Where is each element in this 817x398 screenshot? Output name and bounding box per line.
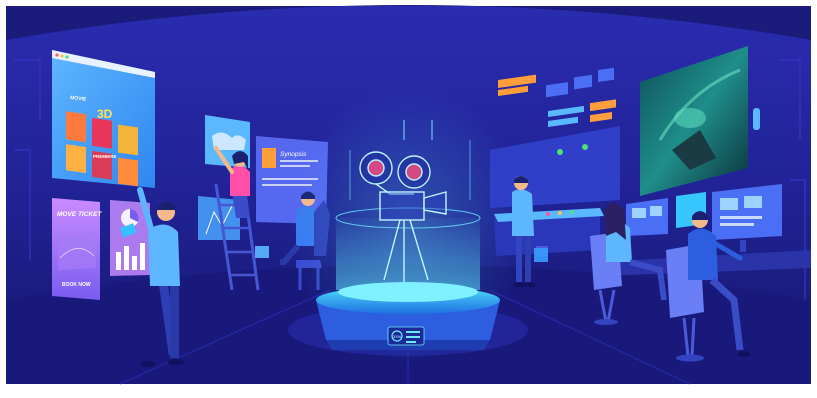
cinema-illustration: MOVIE 3D PREMIERE MOVE TICKET BOOK NOW S…	[0, 0, 817, 393]
floor-crate-left	[255, 246, 269, 258]
floor-crate-right	[534, 248, 548, 262]
stage-badge-text: 33%	[393, 334, 401, 339]
synopsis-label: Synopsis	[280, 151, 307, 158]
poster-premiere-label: PREMIERE	[93, 154, 117, 159]
control-console	[494, 208, 604, 256]
projector-stage: 33%	[316, 282, 500, 350]
movie-ticket-panel: MOVE TICKET BOOK NOW	[52, 198, 102, 300]
movie-browser-panel: MOVIE 3D PREMIERE	[52, 50, 155, 188]
ticket-cta: BOOK NOW	[62, 282, 91, 288]
scene-svg: MOVIE 3D PREMIERE MOVE TICKET BOOK NOW S…	[0, 0, 817, 393]
poster-3d-label: 3D	[97, 107, 113, 121]
monitor-left	[626, 198, 668, 236]
ticket-heading: MOVE TICKET	[57, 211, 102, 218]
